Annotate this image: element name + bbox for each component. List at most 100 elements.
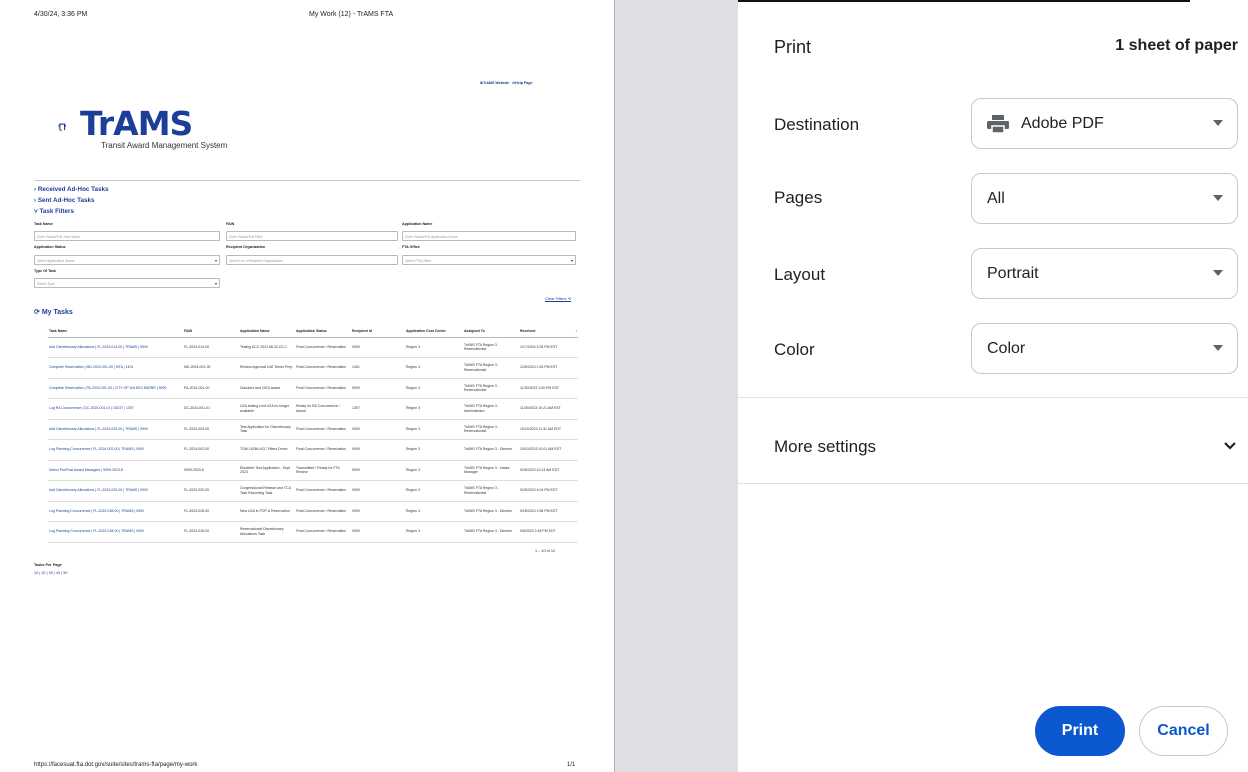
table-cell: Final Concurrence / Reservation: [295, 521, 351, 543]
column-header[interactable]: Application Name: [239, 325, 295, 338]
layout-select[interactable]: Portrait: [971, 248, 1238, 299]
table-cell: TrAMS FTA Region 3 - Director: [463, 439, 519, 461]
layout-label: Layout: [774, 265, 826, 284]
table-cell: 5909: [351, 378, 405, 399]
task-name-link[interactable]: Log Planning Concurrence | FL-2023-018-0…: [48, 521, 183, 543]
table-cell: Claudia's test 2023 award: [239, 378, 295, 399]
table-cell: TrAMS FTA Region 3 - Director: [463, 501, 519, 522]
table-cell: Region 3: [405, 419, 463, 440]
task-name-link[interactable]: Add Discretionary Allocations | FL-2024-…: [48, 419, 183, 440]
column-header[interactable]: FAIN: [183, 325, 239, 338]
sort-icon[interactable]: ↕: [575, 329, 577, 333]
application-status-select[interactable]: Select Application Status ▾: [34, 255, 220, 265]
fain-input[interactable]: Enter Partial/Full FAIN: [226, 231, 398, 241]
table-cell: FL-2024-002-00: [183, 439, 239, 461]
table-cell: Final Concurrence / Reservation: [295, 337, 351, 358]
header-date: 4/30/24, 3:36 PM: [34, 11, 88, 18]
table-cell: 9/28/2023 10:14 AM EDT: [519, 460, 578, 481]
task-name-input[interactable]: Enter Partial/Full Task Name: [34, 231, 220, 241]
dropdown-caret-icon: ▾: [570, 258, 573, 263]
task-name-link[interactable]: Select Pre/Post Award Managers | 5909-20…: [48, 460, 183, 481]
table-cell: TrAMS FTA Region 3 - Reservationist: [463, 357, 519, 379]
task-name-link[interactable]: Log RA Concurrence | DC-2024-001-01 | DD…: [48, 398, 183, 420]
pagination: 1 – 10 of 12: [535, 549, 556, 553]
application-status-label: Application Status: [34, 245, 66, 249]
tasks-per-page-label: Tasks Per Page: [34, 563, 62, 567]
table-cell: Review Approval UAT Demo Prep: [239, 357, 295, 379]
table-cell: Final Concurrence / Reservation: [295, 419, 351, 440]
task-filters-toggle[interactable]: ˅ Task Filters: [34, 208, 74, 215]
recipient-org-input[interactable]: Search for a Recipient Organization: [226, 255, 398, 265]
table-row: Log Planning Concurrence | FL-2023-018-0…: [48, 521, 578, 543]
table-cell: 9900: [351, 337, 405, 358]
table-cell: 11/29/2023 10:21 AM EST: [519, 398, 578, 420]
table-cell: 9900: [351, 419, 405, 440]
application-name-input[interactable]: Enter Partial/Full Application Name: [402, 231, 576, 241]
table-row: Complete Reservation | MD-2024-001-00 | …: [48, 357, 578, 379]
more-settings-toggle[interactable]: More settings: [774, 437, 876, 457]
cancel-button[interactable]: Cancel: [1139, 706, 1228, 756]
dropdown-arrow-icon: [1213, 195, 1223, 201]
clear-filters-link[interactable]: Clear Filters ⟲: [545, 296, 571, 301]
color-select[interactable]: Color: [971, 323, 1238, 374]
layout-value: Portrait: [987, 264, 1039, 282]
column-header[interactable]: Application Status: [295, 325, 351, 338]
task-name-link[interactable]: Add Discretionary Allocations | FL-2023-…: [48, 480, 183, 502]
table-cell: Reservationist Discretionary Allocations…: [239, 521, 295, 543]
table-cell: Region 3: [405, 337, 463, 358]
table-cell: Final Concurrence / Reservation: [295, 501, 351, 522]
received-adhoc-tasks-link[interactable]: › Received Ad-Hoc Tasks: [34, 186, 109, 193]
column-header[interactable]: Assigned To: [463, 325, 519, 338]
type-of-task-select[interactable]: Select Type ▾: [34, 278, 220, 288]
task-name-link[interactable]: Log Planning Concurrence | FL-2023-028-0…: [48, 501, 183, 522]
column-header[interactable]: Application Cost Center: [405, 325, 463, 338]
destination-value: Adobe PDF: [1021, 114, 1104, 132]
table-cell: 9900: [351, 501, 405, 522]
table-row: Add Discretionary Allocations | FL-2024-…: [48, 337, 578, 358]
task-name-link[interactable]: Log Planning Concurrence | FL-2024-002-0…: [48, 439, 183, 461]
sent-adhoc-tasks-link[interactable]: › Sent Ad-Hoc Tasks: [34, 197, 95, 204]
table-cell: 9/25/2023 4:04 PM EDT: [519, 480, 578, 502]
table-row: Select Pre/Post Award Managers | 5909-20…: [48, 460, 578, 481]
table-cell: 1397: [351, 398, 405, 420]
table-cell: Region 3: [405, 480, 463, 502]
chevron-down-icon[interactable]: [1223, 439, 1237, 453]
table-row: Complete Reservation | PA-2024-001-00 | …: [48, 378, 578, 399]
table-cell: Transmitted / Ready for FTA Review: [295, 460, 351, 481]
print-button[interactable]: Print: [1035, 706, 1125, 756]
column-header[interactable]: Received ↕: [519, 325, 578, 338]
destination-select[interactable]: Adobe PDF: [971, 98, 1238, 149]
pages-select[interactable]: All: [971, 173, 1238, 224]
preview-scroll-gutter[interactable]: [614, 0, 738, 772]
type-of-task-label: Type Of Task: [34, 269, 57, 273]
dropdown-caret-icon: ▾: [214, 281, 217, 286]
table-cell: TrAMS FTA Region 3 - Administrator: [463, 398, 519, 420]
table-cell: MD-2024-001-00: [183, 357, 239, 379]
fta-office-select[interactable]: Select FTA Office ▾: [402, 255, 576, 265]
my-tasks-heading: ⟳ My Tasks: [34, 309, 73, 316]
table-cell: 9/8/2023 2:48 PM EDT: [519, 521, 578, 543]
table-cell: 9/18/2023 1:55 PM EDT: [519, 501, 578, 522]
footer-url: https://facesuat.fta.dot.gov/suite/sites…: [34, 762, 198, 768]
table-cell: FL-2023-018-00: [183, 521, 239, 543]
column-header[interactable]: Recipient Id: [351, 325, 405, 338]
task-name-link[interactable]: Complete Reservation | MD-2024-001-00 | …: [48, 357, 183, 379]
printer-icon: [987, 114, 1009, 133]
dropdown-arrow-icon: [1213, 120, 1223, 126]
table-cell: FL-2024-014-00: [183, 337, 239, 358]
recipient-org-label: Recipient Organization: [226, 245, 266, 249]
table-cell: Ready for RA Concurrence / Award: [295, 398, 351, 420]
table-cell: Region 3: [405, 521, 463, 543]
table-cell: 9900: [351, 439, 405, 461]
tasks-per-page-options[interactable]: 10 | 20 | 30 | 40 | 50: [34, 571, 68, 575]
table-cell: Region 3: [405, 439, 463, 461]
table-row: Log RA Concurrence | DC-2024-001-01 | DD…: [48, 398, 578, 420]
task-name-link[interactable]: Complete Reservation | PA-2024-001-00 | …: [48, 378, 183, 399]
settings-divider: [738, 397, 1248, 398]
column-header[interactable]: Task Name: [48, 325, 183, 338]
table-cell: Region 3: [405, 398, 463, 420]
table-cell: FL-2023-028-00: [183, 501, 239, 522]
table-row: Log Planning Concurrence | FL-2024-002-0…: [48, 439, 578, 461]
application-name-label: Application Name: [402, 222, 433, 226]
task-name-link[interactable]: Add Discretionary Allocations | FL-2024-…: [48, 337, 183, 358]
